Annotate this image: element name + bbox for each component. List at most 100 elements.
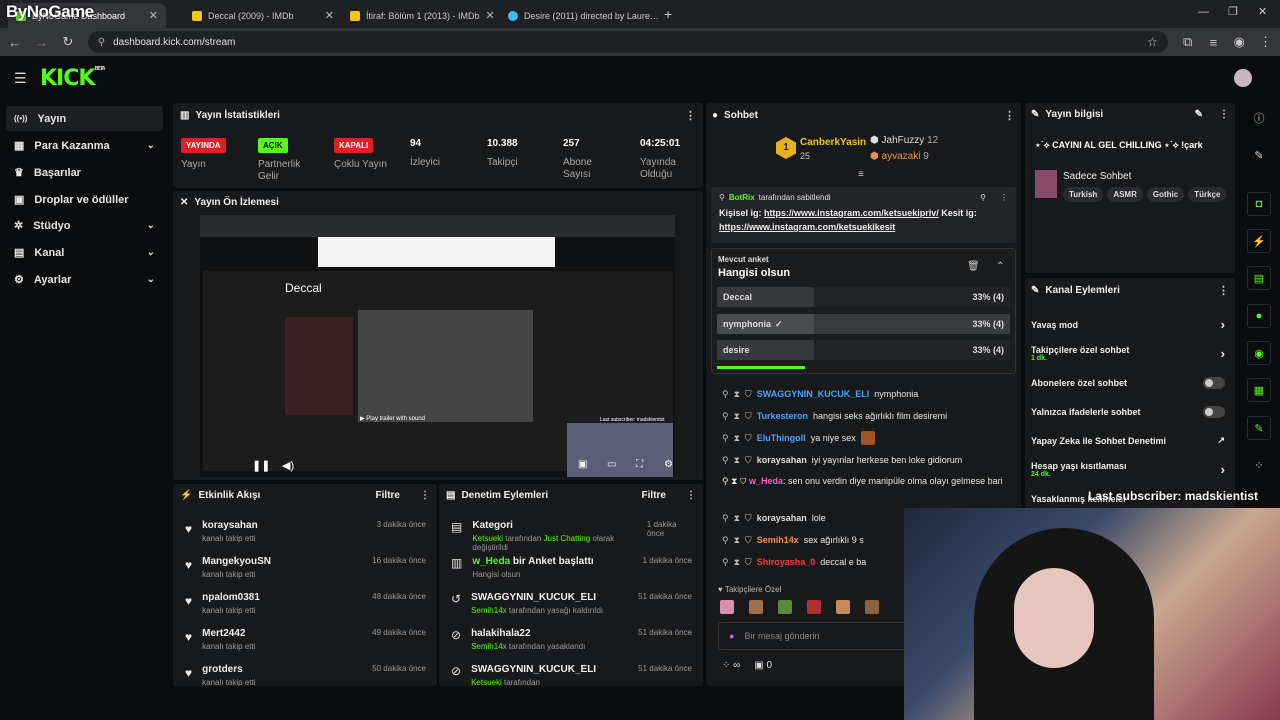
list-item[interactable]: ♥ npalom0381 kanalı takip etti 48 dakika ön… (185, 592, 426, 628)
poll-option[interactable]: nymphonia ✓ 33% (4) (717, 314, 1010, 334)
expand-icon[interactable]: ≡ (858, 169, 864, 180)
kebab-menu-icon[interactable]: ⋮ (420, 490, 430, 501)
close-tab-icon[interactable]: ✕ (486, 9, 495, 22)
chat-username[interactable]: Turkesteron (757, 411, 808, 421)
url-field[interactable]: ⚲ dashboard.kick.com/stream ☆ (87, 31, 1168, 53)
filter-button[interactable]: Filtre (642, 490, 666, 501)
emotes-only-row[interactable]: Yalnızca ifadelerle sohbet (1031, 397, 1225, 426)
poll-option[interactable]: desire 33% (4) (717, 340, 1010, 360)
close-tab-icon[interactable]: ✕ (149, 9, 158, 22)
chat-message[interactable]: ⚲ ⧗ ⛉ EluThingoll ya niye sex (722, 427, 1012, 449)
list-item[interactable]: ⊘ halakihala22 Semih14x tarafından yasakla… (451, 628, 692, 664)
pinned-link[interactable]: https://www.instagram.com/ketsuekikesit (719, 222, 895, 232)
list-item[interactable]: ⊘ SWAGGYNIN_KUCUK_ELI Ketsueki tarafından 5… (451, 664, 692, 686)
top-gifter-name[interactable]: CanberkYasin (800, 137, 866, 148)
list-item[interactable]: ↺ SWAGGYNIN_KUCUK_ELI Semih14x tarafından … (451, 592, 692, 628)
slow-mode-row[interactable]: Yavaş mod › (1031, 310, 1225, 339)
ai-moderation-row[interactable]: Yapay Zeka ile Sohbet Denetimi ↗ (1031, 426, 1225, 455)
users-icon[interactable]: ⁘ (1247, 453, 1271, 477)
list-item[interactable]: ♥ koraysahan kanalı takip etti 3 dakika önc… (185, 520, 426, 556)
microphone-icon[interactable]: ● (729, 631, 734, 641)
kick-logo[interactable]: KICKBETA (40, 66, 106, 91)
chat-username[interactable]: w_Heda (749, 476, 783, 486)
pinned-link[interactable]: https://www.instagram.com/ketsuekipriv/ (764, 208, 939, 218)
hamburger-menu-icon[interactable]: ☰ (14, 70, 27, 87)
wrench-icon[interactable]: ✎ (1247, 416, 1271, 440)
extensions-icon[interactable]: ⧉ (1182, 34, 1194, 50)
close-tab-icon[interactable]: ✕ (325, 9, 334, 22)
list-item[interactable]: ♥ Mert2442 kanalı takip etti 49 dakika önce (185, 628, 426, 664)
chat-username[interactable]: EluThingoll (757, 433, 806, 443)
chat-username[interactable]: Shiroyasha_0 (757, 557, 816, 567)
list-item[interactable]: ♥ grotders kanalı takip etti 50 dakika önce (185, 664, 426, 686)
info-icon[interactable]: ⓘ (1247, 106, 1271, 130)
avatar[interactable] (1234, 69, 1252, 87)
browser-menu-icon[interactable]: ⋮ (1259, 34, 1272, 50)
kebab-menu-icon[interactable]: ⋮ (1000, 193, 1008, 202)
kebab-menu-icon[interactable]: ⋮ (1219, 109, 1229, 120)
sidebar-item-para-kazanma[interactable]: ▦ Para Kazanma ⌄ (6, 133, 163, 158)
emote[interactable] (865, 600, 879, 614)
chat-message[interactable]: ⚲ ⧗ ⛉ SWAGGYNIN_KUCUK_ELI nymphonia (722, 383, 1012, 405)
chat-username[interactable]: Semih14x (757, 535, 799, 545)
tag[interactable]: Gothic (1146, 187, 1185, 202)
tag[interactable]: ASMR (1107, 187, 1143, 202)
layout-icon[interactable]: ▦ (1247, 378, 1271, 402)
document-icon[interactable]: ▤ (1247, 266, 1271, 290)
stream-category[interactable]: Sadece Sohbet (1063, 171, 1131, 182)
sidebar-item-studyo[interactable]: ✲ Stüdyo ⌄ (6, 213, 163, 238)
minimize-icon[interactable]: — (1198, 6, 1209, 18)
lightning-icon[interactable]: ⚡ (1247, 229, 1271, 253)
reload-icon[interactable]: ↻ (62, 34, 74, 50)
gift-icon[interactable]: ▣ (754, 660, 766, 671)
unpin-icon[interactable]: ⚲ (980, 193, 986, 202)
gear-icon[interactable]: ⚙ (664, 459, 673, 470)
sidebar-item-ayarlar[interactable]: ⚙ Ayarlar ⌄ (6, 267, 163, 292)
fullscreen-icon[interactable]: ⛶ (636, 459, 643, 470)
filter-button[interactable]: Filtre (376, 490, 400, 501)
bookmark-star-icon[interactable]: ☆ (1147, 35, 1158, 49)
chat-message[interactable]: ⚲ ⧗ ⛉ Turkesteron hangisi seks ağırlıklı fil… (722, 405, 1012, 427)
chat-username[interactable]: SWAGGYNIN_KUCUK_ELI (757, 389, 870, 399)
kebab-menu-icon[interactable]: ⋮ (1004, 109, 1015, 122)
list-item[interactable]: ▤ Kategori Ketsueki tarafından Just Chatti… (451, 520, 692, 556)
profile-icon[interactable]: ◉ (1233, 34, 1245, 50)
emote[interactable] (749, 600, 763, 614)
sidebar-item-kanal[interactable]: ▤ Kanal ⌄ (6, 240, 163, 265)
close-icon[interactable]: ✕ (180, 197, 188, 208)
chat-username[interactable]: koraysahan (757, 455, 807, 465)
emote[interactable] (720, 600, 734, 614)
browser-tab[interactable]: İtiraf: Bölüm 1 (2013) - IMDb ✕ (342, 3, 500, 28)
top-gifter-3[interactable]: ⬢ ayvazaki 9 (870, 151, 929, 162)
sidebar-item-basarilar[interactable]: ♛ Başarılar (6, 160, 163, 185)
chat-message[interactable]: ⚲ ⧗ ⛉ koraysahan iyi yayınlar herkese ben lo… (722, 449, 1012, 471)
broadcast-icon[interactable]: ◉ (1247, 341, 1271, 365)
emotes-only-toggle[interactable] (1203, 405, 1225, 418)
collapse-icon[interactable]: ⌃ (996, 261, 1004, 272)
account-age-row[interactable]: Hesap yaşı kısıtlaması 24 dk. › (1031, 455, 1225, 484)
pencil-icon[interactable]: ✎ (1247, 143, 1271, 167)
video-player[interactable]: Deccal ▶ Play trailer with sound Last su… (200, 215, 675, 477)
emote[interactable] (836, 600, 850, 614)
edit-icon[interactable]: ✎ (1195, 109, 1203, 120)
delete-poll-icon[interactable]: 🗑︎ (967, 261, 980, 272)
sidebar-item-yayin[interactable]: ((•)) Yayın (6, 106, 163, 131)
pause-icon[interactable]: ❚❚ (252, 459, 270, 472)
sidebar-item-droplar[interactable]: ▣ Droplar ve ödüller (6, 187, 163, 212)
emote[interactable] (778, 600, 792, 614)
theater-icon[interactable]: ▭ (607, 459, 616, 470)
browser-tab[interactable]: Desire (2011) directed by Laure… ✕ (500, 3, 658, 28)
poll-option[interactable]: Deccal 33% (4) (717, 287, 1010, 307)
chat-username[interactable]: koraysahan (757, 513, 807, 523)
top-gifter-2[interactable]: ⬢ JahFuzzy 12 (870, 135, 938, 146)
users-icon[interactable]: ⁘ ∞ (722, 660, 740, 671)
forward-icon[interactable]: → (35, 35, 48, 50)
restore-icon[interactable]: ❐ (1228, 5, 1238, 18)
chat-message[interactable]: ⚲ ⧗ ⛉ w_Heda: sen onu verdin diye manipü… (722, 471, 1012, 507)
close-window-icon[interactable]: ✕ (1258, 5, 1267, 18)
list-item[interactable]: ♥ MangekyouSN kanalı takip etti 16 dakika ö… (185, 556, 426, 592)
tag[interactable]: Türkçe (1188, 187, 1227, 202)
tag[interactable]: Turkish (1063, 187, 1104, 202)
subscribers-only-toggle[interactable] (1203, 376, 1225, 389)
volume-icon[interactable]: ◀) (282, 459, 294, 472)
